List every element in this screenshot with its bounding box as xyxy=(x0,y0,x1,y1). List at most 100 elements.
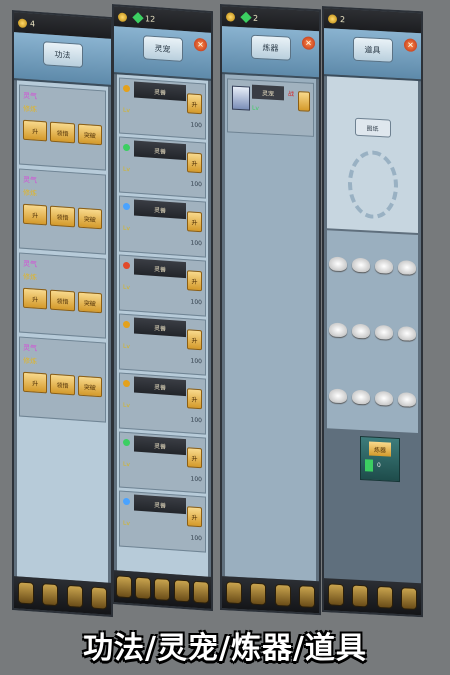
nav-icon[interactable] xyxy=(275,584,290,606)
card-line-b: 修炼 xyxy=(23,104,37,114)
upgrade-button[interactable]: 升 xyxy=(23,119,48,142)
panel-daoju: 2 道具 ✕ 图纸 炼器 0 xyxy=(322,6,423,618)
coin-icon xyxy=(118,11,127,22)
gongfa-card: 灵气 修炼 升 领悟 突破 xyxy=(19,336,106,423)
item-name: 灵兽 xyxy=(134,317,186,338)
pet-name: 灵宠 xyxy=(252,84,284,101)
breakthrough-button[interactable]: 突破 xyxy=(77,291,102,314)
nav-icon[interactable] xyxy=(299,586,314,607)
element-icon xyxy=(123,497,130,506)
comprehend-button[interactable]: 领悟 xyxy=(50,373,75,396)
forge-stage: 图纸 xyxy=(327,76,418,234)
material-slot[interactable] xyxy=(329,256,348,272)
card-line-b: 修炼 xyxy=(23,356,37,366)
breakthrough-button[interactable]: 突破 xyxy=(77,207,102,230)
recipe-button[interactable]: 图纸 xyxy=(354,117,391,138)
nav-icon[interactable] xyxy=(251,583,266,605)
bottom-nav xyxy=(114,570,211,609)
item-action-button[interactable]: 升 xyxy=(187,329,202,351)
list-item: 灵兽 Lv 升 100 xyxy=(119,490,206,553)
upgrade-button[interactable]: 升 xyxy=(23,287,48,310)
item-level: Lv xyxy=(123,460,130,469)
item-cost: 100 xyxy=(190,298,202,307)
nav-icon[interactable] xyxy=(194,581,209,603)
comprehend-button[interactable]: 领悟 xyxy=(50,121,75,144)
item-level: Lv xyxy=(123,401,130,410)
nav-icon[interactable] xyxy=(19,582,34,604)
item-name: 灵兽 xyxy=(134,258,186,279)
nav-icon[interactable] xyxy=(116,576,131,598)
material-slot[interactable] xyxy=(352,323,371,339)
material-slot[interactable] xyxy=(329,322,348,338)
list-item: 灵兽 Lv 升 100 xyxy=(119,313,206,376)
panel-frame: 2 炼器 ✕ 灵宠 战 Lv xyxy=(220,4,321,616)
upgrade-button[interactable]: 升 xyxy=(23,203,48,226)
coin-icon xyxy=(226,11,235,22)
item-action-button[interactable]: 升 xyxy=(187,447,202,469)
item-cost: 100 xyxy=(190,357,202,366)
feature-caption: 功法/灵宠/炼器/道具 xyxy=(83,631,367,666)
nav-icon[interactable] xyxy=(67,585,82,607)
forge-value: 0 xyxy=(377,461,381,470)
nav-icon[interactable] xyxy=(377,586,392,608)
nav-icon[interactable] xyxy=(174,580,189,602)
nav-icon[interactable] xyxy=(43,584,58,606)
card-line-b: 修炼 xyxy=(23,188,37,198)
panel-title: 灵宠 xyxy=(143,36,182,61)
panel-frame: 4 功法 灵气 修炼 升 领悟 突破 灵气 修炼 升 领悟 突破 灵气 修炼 升… xyxy=(12,10,113,618)
pet-level: Lv xyxy=(252,104,259,113)
item-level: Lv xyxy=(123,106,130,115)
material-slot[interactable] xyxy=(352,257,371,273)
panel-title: 道具 xyxy=(353,37,392,62)
list-item: 灵兽 Lv 升 100 xyxy=(119,372,206,435)
item-level: Lv xyxy=(123,342,130,351)
material-slot[interactable] xyxy=(352,389,371,405)
material-slot[interactable] xyxy=(397,259,416,275)
breakthrough-button[interactable]: 突破 xyxy=(77,123,102,146)
breakthrough-button[interactable]: 突破 xyxy=(77,375,102,398)
item-action-button[interactable]: 升 xyxy=(187,152,202,174)
nav-icon[interactable] xyxy=(227,582,242,604)
material-slot[interactable] xyxy=(397,391,416,407)
item-action-button[interactable]: 升 xyxy=(187,211,202,233)
nav-icon[interactable] xyxy=(136,577,151,599)
material-slot[interactable] xyxy=(374,390,393,406)
nav-icon[interactable] xyxy=(353,585,368,607)
comprehend-button[interactable]: 领悟 xyxy=(50,205,75,228)
item-cost: 100 xyxy=(190,180,202,189)
panel-lianqi: 2 炼器 ✕ 灵宠 战 Lv xyxy=(220,4,321,616)
top-resource-value: 2 xyxy=(253,13,259,23)
nav-icon[interactable] xyxy=(329,584,344,606)
item-cost: 100 xyxy=(190,121,202,130)
upgrade-button[interactable]: 升 xyxy=(23,371,48,394)
bottom-nav xyxy=(14,576,111,615)
item-cost: 100 xyxy=(190,534,202,543)
comprehend-button[interactable]: 领悟 xyxy=(50,289,75,312)
item-action-button[interactable]: 升 xyxy=(187,93,202,115)
material-grid xyxy=(327,230,418,434)
material-slot[interactable] xyxy=(397,325,416,341)
item-action-button[interactable]: 升 xyxy=(187,506,202,528)
panel-title: 炼器 xyxy=(251,35,290,60)
coin-icon xyxy=(18,17,27,28)
panel-title: 功法 xyxy=(43,42,82,67)
panel-frame: 2 道具 ✕ 图纸 炼器 0 xyxy=(322,6,423,618)
nav-icon[interactable] xyxy=(401,588,416,609)
material-slot[interactable] xyxy=(374,258,393,274)
pet-action-button[interactable] xyxy=(298,91,310,112)
item-action-button[interactable]: 升 xyxy=(187,270,202,292)
close-icon[interactable]: ✕ xyxy=(302,36,315,50)
element-icon xyxy=(123,143,130,152)
nav-icon[interactable] xyxy=(91,587,106,609)
forge-button[interactable]: 炼器 xyxy=(369,441,391,457)
item-level: Lv xyxy=(123,165,130,174)
item-action-button[interactable]: 升 xyxy=(187,388,202,410)
material-slot[interactable] xyxy=(374,324,393,340)
item-cost: 100 xyxy=(190,475,202,484)
item-name: 灵兽 xyxy=(134,435,186,456)
nav-icon[interactable] xyxy=(155,579,170,601)
close-icon[interactable]: ✕ xyxy=(404,38,417,52)
element-icon xyxy=(123,261,130,270)
material-slot[interactable] xyxy=(329,388,348,404)
close-icon[interactable]: ✕ xyxy=(194,37,207,52)
